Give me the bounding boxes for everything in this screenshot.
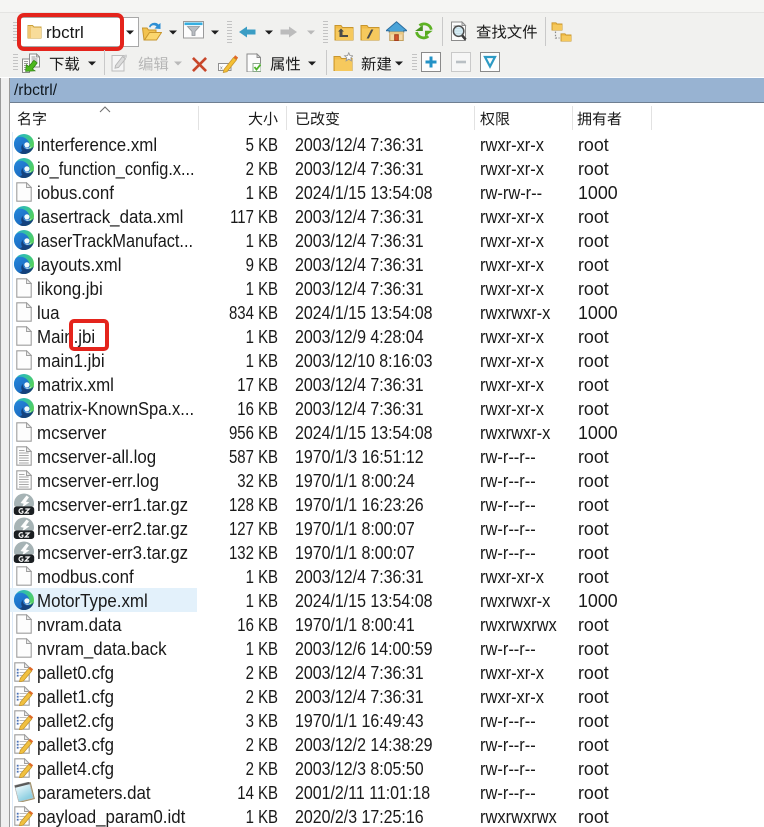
svg-text:x: x: [220, 65, 223, 71]
